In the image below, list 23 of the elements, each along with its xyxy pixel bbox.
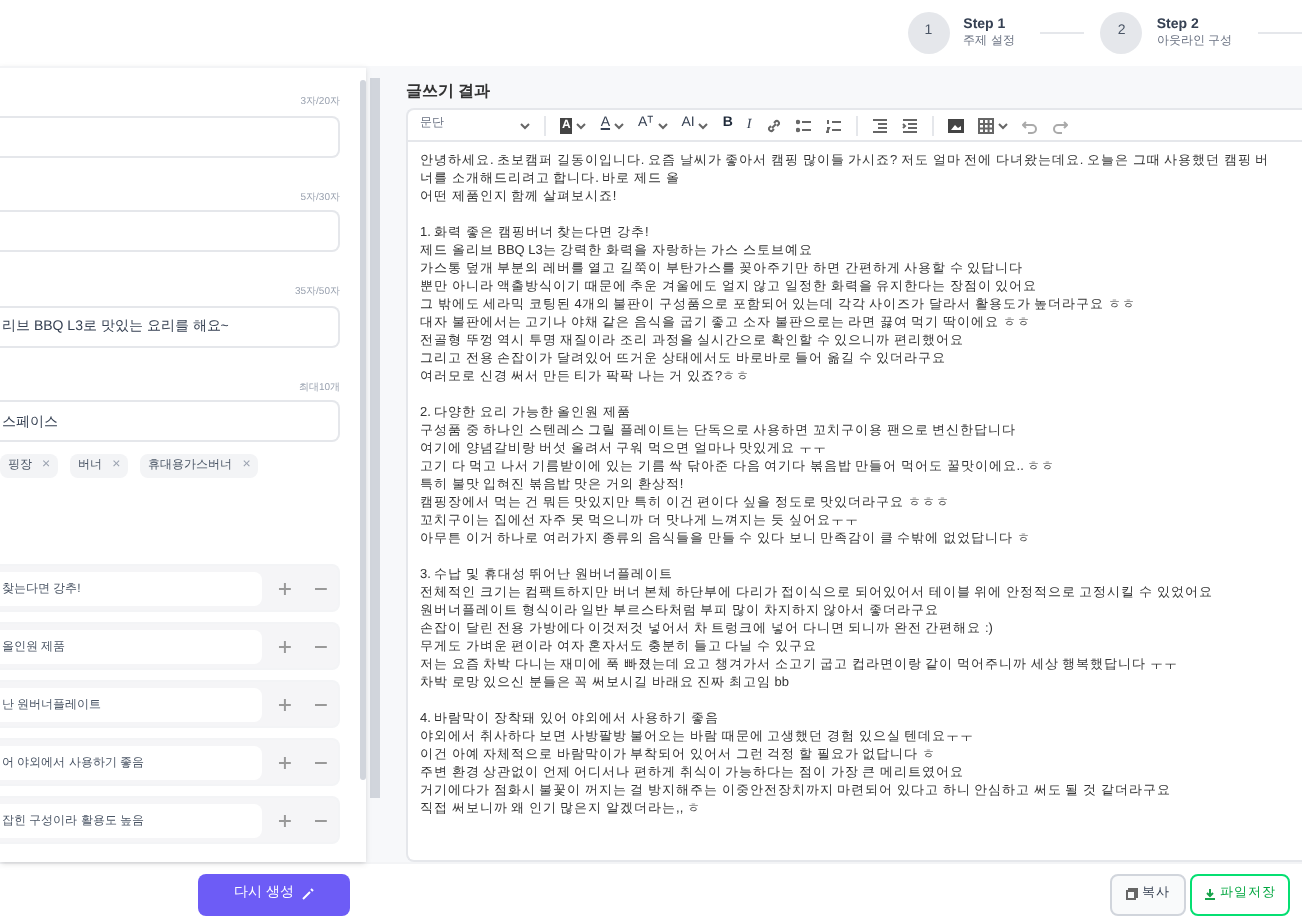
scrollbar-thumb[interactable] — [370, 78, 380, 798]
plus-icon[interactable] — [278, 697, 293, 711]
download-icon — [1204, 888, 1216, 900]
chevron-down-icon — [520, 121, 530, 129]
text-field[interactable] — [0, 210, 340, 252]
plus-icon[interactable] — [278, 755, 293, 769]
redo-icon[interactable] — [1051, 117, 1068, 133]
copy-icon — [1126, 888, 1138, 900]
numbered-list-icon[interactable] — [825, 117, 842, 133]
image-icon[interactable] — [947, 117, 964, 133]
outdent-icon[interactable] — [871, 117, 888, 133]
scrollbar-thumb[interactable] — [360, 80, 366, 780]
plus-icon[interactable] — [278, 581, 293, 595]
plus-icon[interactable] — [278, 639, 293, 653]
wand-icon — [301, 888, 314, 900]
table-icon[interactable] — [977, 117, 994, 133]
link-icon[interactable] — [765, 117, 782, 133]
undo-icon[interactable] — [1021, 117, 1038, 133]
text-field[interactable] — [0, 115, 340, 157]
plus-icon[interactable] — [278, 813, 293, 827]
bullet-list-icon[interactable] — [795, 117, 812, 133]
editor-title: 글쓰기 결과 — [406, 80, 493, 104]
indent-icon[interactable] — [901, 117, 918, 133]
